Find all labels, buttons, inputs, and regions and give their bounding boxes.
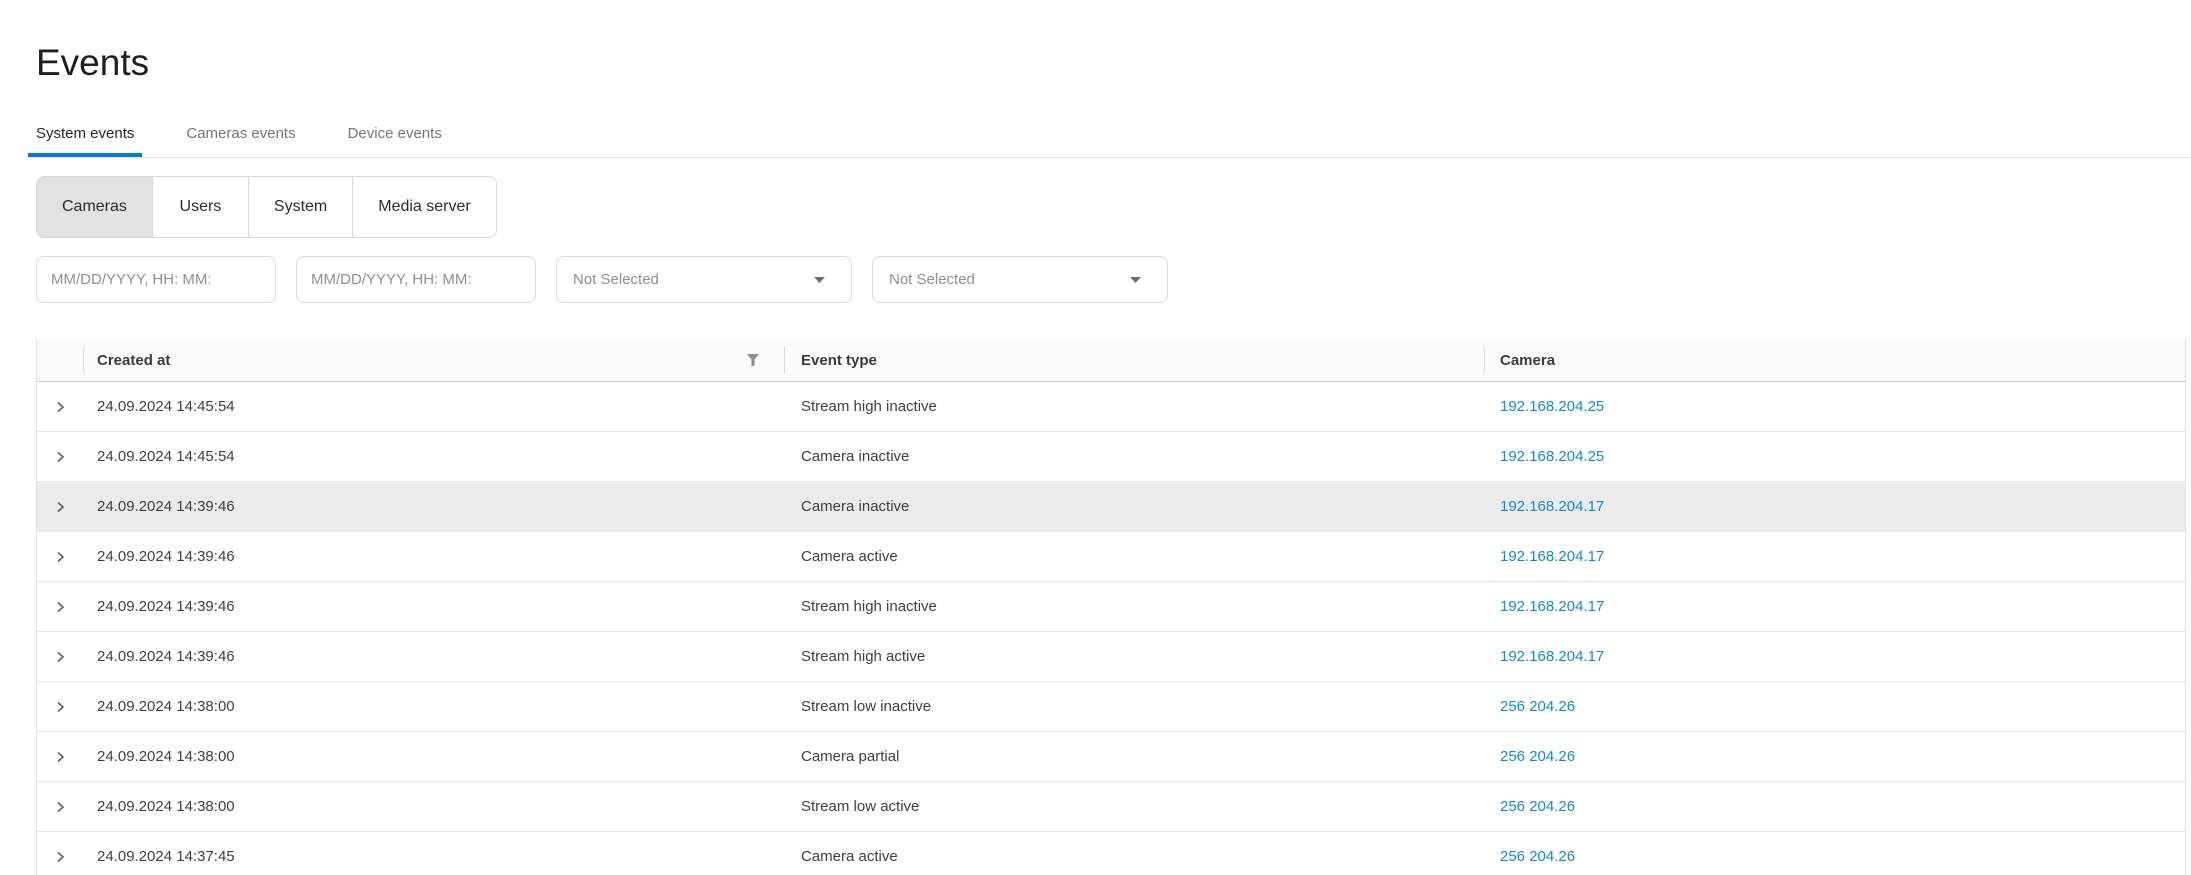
chevron-right-icon[interactable] [51,748,69,766]
segment-label: System [274,198,327,216]
tab-label: Device events [348,125,442,142]
chevron-right-icon[interactable] [51,398,69,416]
camera-link[interactable]: 192.168.204.25 [1500,398,1604,415]
header-created-at-label: Created at [97,352,170,369]
table-body: 24.09.2024 14:45:54 Stream high inactive… [37,382,2185,875]
tab-label: Cameras events [186,125,295,142]
header-expand-column [37,339,83,381]
segment-system[interactable]: System [248,177,352,237]
table-row: 24.09.2024 14:39:46 Stream high active 1… [37,632,2185,682]
cell-event-type: Camera active [784,532,1484,581]
cell-created-at: 24.09.2024 14:39:46 [83,632,784,681]
cell-event-type: Stream low active [784,782,1484,831]
chevron-right-icon[interactable] [51,848,69,866]
segment-label: Users [180,198,222,216]
segment-cameras[interactable]: Cameras [37,177,152,237]
chevron-right-icon[interactable] [51,448,69,466]
cell-event-type: Camera inactive [784,432,1484,481]
event-type-select[interactable]: Not Selected [556,256,852,303]
table-row: 24.09.2024 14:45:54 Stream high inactive… [37,382,2185,432]
table-row: 24.09.2024 14:38:00 Stream low inactive … [37,682,2185,732]
cell-created-at: 24.09.2024 14:38:00 [83,732,784,781]
tab-label: System events [36,125,134,142]
filter-funnel-icon[interactable] [746,354,760,367]
table-row: 24.09.2024 14:38:00 Camera partial 256 2… [37,732,2185,782]
table-row: 24.09.2024 14:39:46 Stream high inactive… [37,582,2185,632]
cell-created-at: 24.09.2024 14:38:00 [83,682,784,731]
tab-device-events[interactable]: Device events [340,112,450,157]
page-title: Events [36,38,2191,88]
camera-link[interactable]: 256 204.26 [1500,748,1575,765]
tab-system-events[interactable]: System events [28,112,142,157]
chevron-right-icon[interactable] [51,548,69,566]
cell-created-at: 24.09.2024 14:45:54 [83,432,784,481]
camera-link[interactable]: 192.168.204.17 [1500,648,1604,665]
chevron-right-icon[interactable] [51,798,69,816]
chevron-right-icon[interactable] [51,498,69,516]
cell-event-type: Stream low inactive [784,682,1484,731]
tab-cameras-events[interactable]: Cameras events [178,112,303,157]
camera-select-value: Not Selected [889,271,975,288]
table-row: 24.09.2024 14:39:46 Camera active 192.16… [37,532,2185,582]
caret-down-icon [1130,277,1141,283]
events-table: Created at Event type Camera [36,339,2186,875]
camera-link[interactable]: 256 204.26 [1500,798,1575,815]
cell-event-type: Stream high inactive [784,382,1484,431]
cell-event-type: Stream high inactive [784,582,1484,631]
cell-created-at: 24.09.2024 14:39:46 [83,532,784,581]
header-event-type[interactable]: Event type [784,339,1484,381]
camera-link[interactable]: 192.168.204.17 [1500,498,1604,515]
chevron-right-icon[interactable] [51,698,69,716]
table-row: 24.09.2024 14:39:46 Camera inactive 192.… [37,482,2185,532]
table-header-row: Created at Event type Camera [37,339,2185,382]
caret-down-icon [814,277,825,283]
table-row: 24.09.2024 14:37:45 Camera active 256 20… [37,832,2185,875]
table-row: 24.09.2024 14:45:54 Camera inactive 192.… [37,432,2185,482]
segment-media-server[interactable]: Media server [352,177,495,237]
cell-event-type: Camera partial [784,732,1484,781]
camera-link[interactable]: 192.168.204.17 [1500,548,1604,565]
cell-created-at: 24.09.2024 14:38:00 [83,782,784,831]
events-tabs: System events Cameras events Device events [28,112,2191,158]
camera-link[interactable]: 256 204.26 [1500,698,1575,715]
cell-created-at: 24.09.2024 14:45:54 [83,382,784,431]
events-page: Events System events Cameras events Device… [0,38,2191,875]
camera-link[interactable]: 192.168.204.25 [1500,448,1604,465]
segment-label: Cameras [62,198,127,216]
header-event-type-label: Event type [801,352,877,369]
cell-created-at: 24.09.2024 14:39:46 [83,582,784,631]
camera-select[interactable]: Not Selected [872,256,1168,303]
cell-created-at: 24.09.2024 14:39:46 [83,482,784,531]
cell-event-type: Stream high active [784,632,1484,681]
cell-created-at: 24.09.2024 14:37:45 [83,832,784,875]
cell-event-type: Camera inactive [784,482,1484,531]
segment-label: Media server [378,198,470,216]
filters-row: Not Selected Not Selected [36,256,2191,303]
segment-users[interactable]: Users [152,177,248,237]
chevron-right-icon[interactable] [51,598,69,616]
camera-link[interactable]: 256 204.26 [1500,848,1575,865]
event-source-segments: Cameras Users System Media server [36,176,497,238]
header-camera[interactable]: Camera [1484,339,2185,381]
chevron-right-icon[interactable] [51,648,69,666]
event-type-select-value: Not Selected [573,271,659,288]
date-to-input[interactable] [296,256,536,303]
table-row: 24.09.2024 14:38:00 Stream low active 25… [37,782,2185,832]
camera-link[interactable]: 192.168.204.17 [1500,598,1604,615]
header-camera-label: Camera [1500,352,1555,369]
header-created-at[interactable]: Created at [83,339,784,381]
cell-event-type: Camera active [784,832,1484,875]
date-from-input[interactable] [36,256,276,303]
